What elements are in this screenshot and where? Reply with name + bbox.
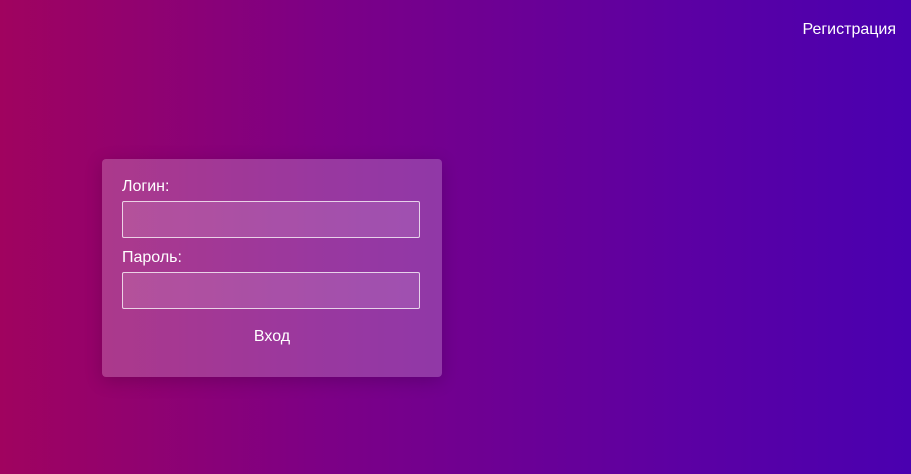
login-label: Логин: (122, 178, 170, 195)
password-label: Пароль: (122, 249, 182, 266)
login-button[interactable]: Вход (254, 327, 290, 347)
login-input[interactable] (122, 201, 420, 238)
password-input[interactable] (122, 272, 420, 309)
register-link[interactable]: Регистрация (802, 21, 896, 39)
login-form: Логин: Пароль: Вход (102, 159, 442, 377)
